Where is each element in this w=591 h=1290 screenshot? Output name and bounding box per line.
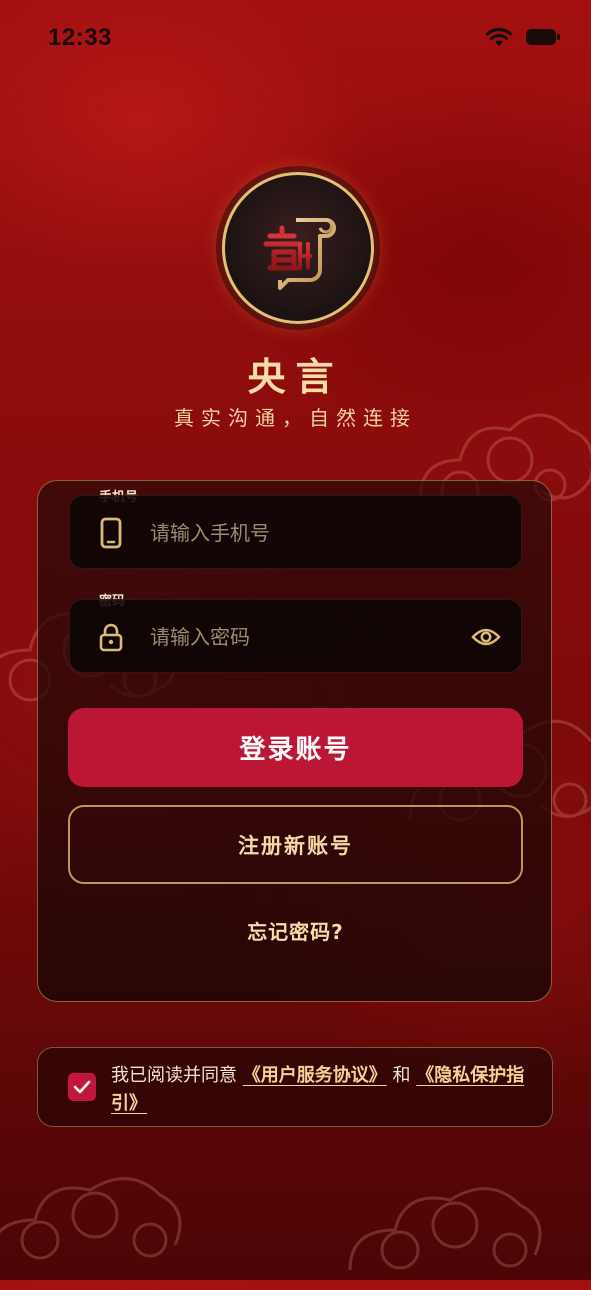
app-logo <box>222 172 374 324</box>
battery-icon <box>526 29 560 45</box>
login-button[interactable]: 登录账号 <box>68 708 523 787</box>
register-button[interactable]: 注册新账号 <box>68 805 523 884</box>
status-time: 12:33 <box>48 24 112 51</box>
check-icon <box>73 1080 91 1094</box>
app-slogan: 真实沟通，自然连接 <box>174 406 417 430</box>
cloud-decoration <box>0 1177 182 1260</box>
wifi-icon <box>485 27 513 46</box>
smartphone-icon <box>94 516 128 550</box>
forgot-password-link[interactable]: 忘记密码? <box>0 916 591 945</box>
status-bar: 12:33 <box>0 0 591 70</box>
agreement-text: 我已阅读并同意 《用户服务协议》 和 《隐私保护指引》 <box>111 1062 531 1118</box>
phone-field[interactable] <box>69 495 522 570</box>
cloud-decoration <box>348 1187 542 1271</box>
status-icons <box>485 26 561 48</box>
user-agreement-link[interactable]: 《用户服务协议》 <box>243 1065 387 1086</box>
password-field[interactable] <box>69 599 522 674</box>
password-input[interactable] <box>148 600 452 674</box>
agreement-checkbox[interactable] <box>68 1073 96 1101</box>
agreement-box: 我已阅读并同意 《用户服务协议》 和 《隐私保护指引》 <box>37 1047 553 1127</box>
lock-icon <box>94 620 128 654</box>
eye-icon[interactable] <box>469 620 503 654</box>
agreement-conjunction: 和 <box>392 1065 411 1086</box>
app-logo-icon <box>263 218 336 290</box>
phone-input[interactable] <box>148 496 452 570</box>
agreement-prefix: 我已阅读并同意 <box>111 1065 237 1086</box>
app-name: 央言 <box>247 355 344 399</box>
